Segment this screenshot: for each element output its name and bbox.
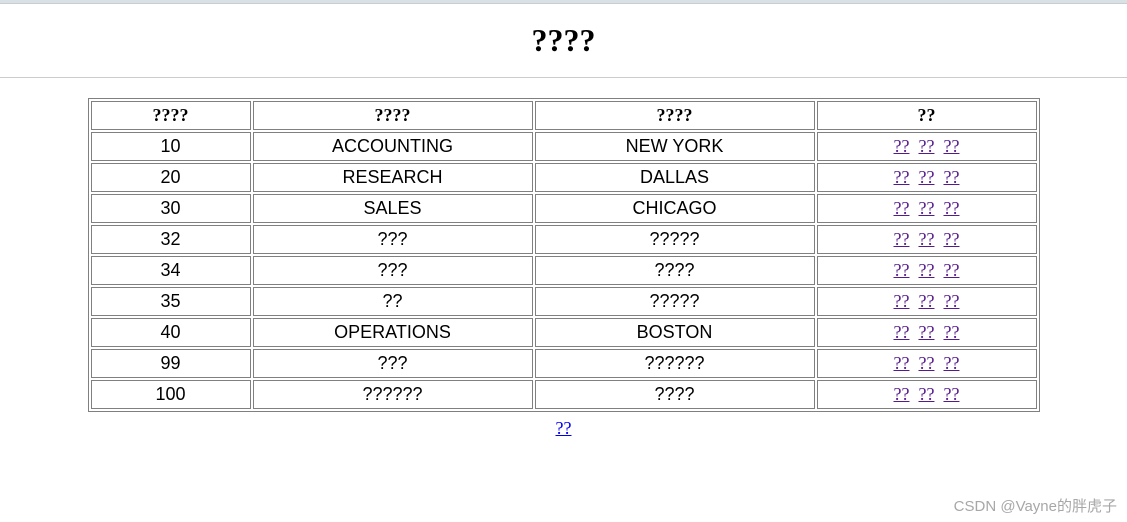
op-link-b[interactable]: ?? (919, 384, 935, 404)
table-header-row: ???? ???? ???? ?? (91, 101, 1037, 130)
op-link-c[interactable]: ?? (944, 198, 960, 218)
op-link-a[interactable]: ?? (894, 167, 910, 187)
cell-name: OPERATIONS (253, 318, 533, 347)
cell-loc: BOSTON (535, 318, 815, 347)
cell-ops: ?? ?? ?? (817, 194, 1037, 223)
cell-loc: ?????? (535, 349, 815, 378)
bottom-link[interactable]: ?? (556, 418, 572, 438)
cell-ops: ?? ?? ?? (817, 256, 1037, 285)
cell-id: 20 (91, 163, 251, 192)
cell-loc: ????? (535, 225, 815, 254)
table-row: 30SALESCHICAGO?? ?? ?? (91, 194, 1037, 223)
op-link-b[interactable]: ?? (919, 322, 935, 342)
op-link-b[interactable]: ?? (919, 291, 935, 311)
op-link-c[interactable]: ?? (944, 322, 960, 342)
op-link-c[interactable]: ?? (944, 260, 960, 280)
table-row: 99??????????? ?? ?? (91, 349, 1037, 378)
cell-name: ACCOUNTING (253, 132, 533, 161)
dept-table: ???? ???? ???? ?? 10ACCOUNTINGNEW YORK??… (88, 98, 1040, 412)
cell-id: 40 (91, 318, 251, 347)
header-id: ???? (91, 101, 251, 130)
cell-loc: ???? (535, 256, 815, 285)
cell-loc: ???? (535, 380, 815, 409)
cell-name: ?? (253, 287, 533, 316)
cell-loc: NEW YORK (535, 132, 815, 161)
op-link-c[interactable]: ?? (944, 167, 960, 187)
table-row: 20RESEARCHDALLAS?? ?? ?? (91, 163, 1037, 192)
op-link-a[interactable]: ?? (894, 384, 910, 404)
cell-id: 99 (91, 349, 251, 378)
table-container: ???? ???? ???? ?? 10ACCOUNTINGNEW YORK??… (0, 98, 1127, 412)
op-link-a[interactable]: ?? (894, 353, 910, 373)
cell-name: ??? (253, 225, 533, 254)
header-name: ???? (253, 101, 533, 130)
cell-loc: DALLAS (535, 163, 815, 192)
op-link-b[interactable]: ?? (919, 353, 935, 373)
cell-id: 35 (91, 287, 251, 316)
watermark: CSDN @Vayne的胖虎子 (954, 495, 1117, 516)
op-link-b[interactable]: ?? (919, 167, 935, 187)
cell-loc: CHICAGO (535, 194, 815, 223)
cell-id: 10 (91, 132, 251, 161)
op-link-a[interactable]: ?? (894, 198, 910, 218)
op-link-a[interactable]: ?? (894, 260, 910, 280)
table-row: 34????????? ?? ?? (91, 256, 1037, 285)
window-top-border (0, 0, 1127, 4)
bottom-link-container: ?? (0, 418, 1127, 439)
table-row: 32?????????? ?? ?? (91, 225, 1037, 254)
table-row: 10ACCOUNTINGNEW YORK?? ?? ?? (91, 132, 1037, 161)
op-link-b[interactable]: ?? (919, 229, 935, 249)
header-loc: ???? (535, 101, 815, 130)
cell-ops: ?? ?? ?? (817, 287, 1037, 316)
cell-ops: ?? ?? ?? (817, 380, 1037, 409)
op-link-a[interactable]: ?? (894, 322, 910, 342)
op-link-c[interactable]: ?? (944, 291, 960, 311)
header-ops: ?? (817, 101, 1037, 130)
cell-ops: ?? ?? ?? (817, 225, 1037, 254)
cell-name: SALES (253, 194, 533, 223)
cell-id: 34 (91, 256, 251, 285)
cell-id: 100 (91, 380, 251, 409)
table-row: 35????????? ?? ?? (91, 287, 1037, 316)
cell-id: 32 (91, 225, 251, 254)
op-link-a[interactable]: ?? (894, 229, 910, 249)
cell-name: ?????? (253, 380, 533, 409)
op-link-a[interactable]: ?? (894, 136, 910, 156)
op-link-b[interactable]: ?? (919, 260, 935, 280)
cell-name: ??? (253, 349, 533, 378)
cell-name: RESEARCH (253, 163, 533, 192)
cell-name: ??? (253, 256, 533, 285)
cell-ops: ?? ?? ?? (817, 318, 1037, 347)
page-title: ???? (0, 22, 1127, 59)
op-link-c[interactable]: ?? (944, 136, 960, 156)
divider (0, 77, 1127, 78)
op-link-a[interactable]: ?? (894, 291, 910, 311)
table-row: 40OPERATIONSBOSTON?? ?? ?? (91, 318, 1037, 347)
table-row: 100???????????? ?? ?? (91, 380, 1037, 409)
cell-ops: ?? ?? ?? (817, 349, 1037, 378)
op-link-b[interactable]: ?? (919, 136, 935, 156)
cell-loc: ????? (535, 287, 815, 316)
cell-id: 30 (91, 194, 251, 223)
op-link-c[interactable]: ?? (944, 229, 960, 249)
op-link-c[interactable]: ?? (944, 384, 960, 404)
op-link-b[interactable]: ?? (919, 198, 935, 218)
op-link-c[interactable]: ?? (944, 353, 960, 373)
cell-ops: ?? ?? ?? (817, 132, 1037, 161)
cell-ops: ?? ?? ?? (817, 163, 1037, 192)
